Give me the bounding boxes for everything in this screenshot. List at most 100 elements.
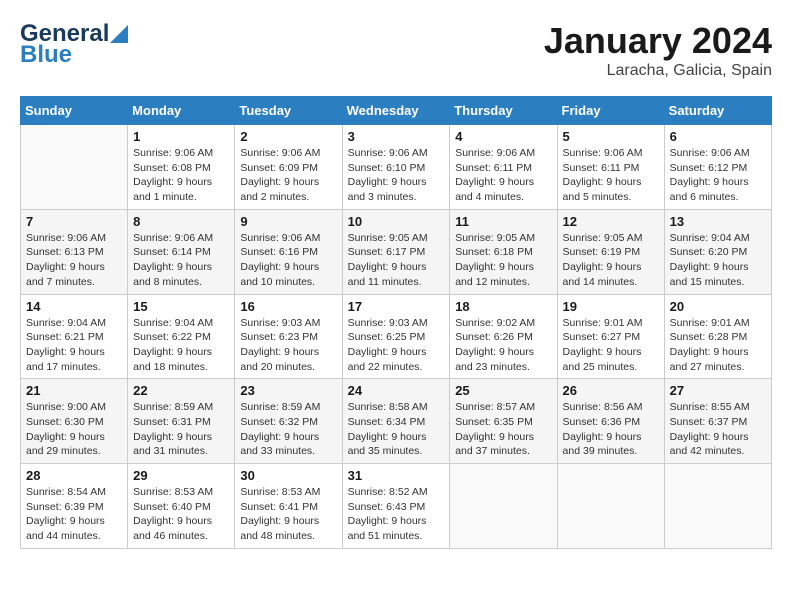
day-number: 18 xyxy=(455,299,551,314)
day-number: 27 xyxy=(670,383,766,398)
day-info: Sunrise: 9:03 AM Sunset: 6:23 PM Dayligh… xyxy=(240,316,336,375)
day-number: 12 xyxy=(563,214,659,229)
day-number: 4 xyxy=(455,129,551,144)
calendar-cell-w1-d3: 2Sunrise: 9:06 AM Sunset: 6:09 PM Daylig… xyxy=(235,125,342,210)
col-friday: Friday xyxy=(557,97,664,125)
page-header: General Blue January 2024 Laracha, Galic… xyxy=(20,20,772,80)
day-number: 5 xyxy=(563,129,659,144)
day-number: 31 xyxy=(348,468,445,483)
calendar-cell-w4-d1: 21Sunrise: 9:00 AM Sunset: 6:30 PM Dayli… xyxy=(21,379,128,464)
day-info: Sunrise: 8:57 AM Sunset: 6:35 PM Dayligh… xyxy=(455,400,551,459)
day-number: 1 xyxy=(133,129,229,144)
day-number: 15 xyxy=(133,299,229,314)
calendar-table: Sunday Monday Tuesday Wednesday Thursday… xyxy=(20,96,772,549)
day-info: Sunrise: 9:05 AM Sunset: 6:19 PM Dayligh… xyxy=(563,231,659,290)
day-number: 23 xyxy=(240,383,336,398)
calendar-week-2: 7 Sunrise: 9:06 AM Sunset: 6:13 PM Daylig… xyxy=(21,209,772,294)
day-number: 14 xyxy=(26,299,122,314)
col-monday: Monday xyxy=(128,97,235,125)
col-saturday: Saturday xyxy=(664,97,771,125)
calendar-cell-w4-d4: 24 Sunrise: 8:58 AM Sunset: 6:34 PM Dayli… xyxy=(342,379,450,464)
calendar-cell-w2-d2: 8 Sunrise: 9:06 AM Sunset: 6:14 PM Daylig… xyxy=(128,209,235,294)
day-info: Sunrise: 8:54 AM Sunset: 6:39 PM Dayligh… xyxy=(26,485,122,544)
day-info: Sunrise: 9:06 AM Sunset: 6:08 PM Dayligh… xyxy=(133,146,229,205)
day-info: Sunrise: 9:04 AM Sunset: 6:21 PM Dayligh… xyxy=(26,316,122,375)
day-info: Sunrise: 9:03 AM Sunset: 6:25 PM Dayligh… xyxy=(348,316,445,375)
calendar-cell-w3-d4: 17 Sunrise: 9:03 AM Sunset: 6:25 PM Dayli… xyxy=(342,294,450,379)
day-info: Sunrise: 8:58 AM Sunset: 6:34 PM Dayligh… xyxy=(348,400,445,459)
calendar-cell-w1-d2: 1 Sunrise: 9:06 AM Sunset: 6:08 PM Daylig… xyxy=(128,125,235,210)
calendar-cell-w1-d4: 3Sunrise: 9:06 AM Sunset: 6:10 PM Daylig… xyxy=(342,125,450,210)
calendar-week-5: 28 Sunrise: 8:54 AM Sunset: 6:39 PM Dayli… xyxy=(21,464,772,549)
day-info: Sunrise: 8:55 AM Sunset: 6:37 PM Dayligh… xyxy=(670,400,766,459)
day-info: Sunrise: 9:05 AM Sunset: 6:18 PM Dayligh… xyxy=(455,231,551,290)
day-info: Sunrise: 9:04 AM Sunset: 6:22 PM Dayligh… xyxy=(133,316,229,375)
calendar-cell-w4-d5: 25 Sunrise: 8:57 AM Sunset: 6:35 PM Dayli… xyxy=(450,379,557,464)
day-number: 10 xyxy=(348,214,445,229)
day-number: 11 xyxy=(455,214,551,229)
day-info: Sunrise: 9:05 AM Sunset: 6:17 PM Dayligh… xyxy=(348,231,445,290)
day-info: Sunrise: 9:06 AM Sunset: 6:11 PM Dayligh… xyxy=(455,146,551,205)
day-number: 29 xyxy=(133,468,229,483)
calendar-cell-w1-d6: 5Sunrise: 9:06 AM Sunset: 6:11 PM Daylig… xyxy=(557,125,664,210)
day-number: 3 xyxy=(348,129,445,144)
title-section: January 2024 Laracha, Galicia, Spain xyxy=(544,20,772,80)
calendar-cell-w5-d7 xyxy=(664,464,771,549)
calendar-cell-w5-d6 xyxy=(557,464,664,549)
calendar-cell-w2-d5: 11 Sunrise: 9:05 AM Sunset: 6:18 PM Dayli… xyxy=(450,209,557,294)
calendar-header-row: Sunday Monday Tuesday Wednesday Thursday… xyxy=(21,97,772,125)
day-number: 26 xyxy=(563,383,659,398)
calendar-cell-w4-d2: 22 Sunrise: 8:59 AM Sunset: 6:31 PM Dayli… xyxy=(128,379,235,464)
day-info: Sunrise: 8:59 AM Sunset: 6:31 PM Dayligh… xyxy=(133,400,229,459)
day-number: 13 xyxy=(670,214,766,229)
calendar-cell-w2-d1: 7 Sunrise: 9:06 AM Sunset: 6:13 PM Daylig… xyxy=(21,209,128,294)
col-sunday: Sunday xyxy=(21,97,128,125)
day-info: Sunrise: 9:01 AM Sunset: 6:27 PM Dayligh… xyxy=(563,316,659,375)
calendar-cell-w3-d1: 14 Sunrise: 9:04 AM Sunset: 6:21 PM Dayli… xyxy=(21,294,128,379)
day-info: Sunrise: 8:59 AM Sunset: 6:32 PM Dayligh… xyxy=(240,400,336,459)
day-number: 22 xyxy=(133,383,229,398)
day-info: Sunrise: 8:53 AM Sunset: 6:40 PM Dayligh… xyxy=(133,485,229,544)
calendar-cell-w5-d5 xyxy=(450,464,557,549)
calendar-cell-w3-d7: 20 Sunrise: 9:01 AM Sunset: 6:28 PM Dayli… xyxy=(664,294,771,379)
page-subtitle: Laracha, Galicia, Spain xyxy=(544,62,772,80)
calendar-week-1: 1 Sunrise: 9:06 AM Sunset: 6:08 PM Daylig… xyxy=(21,125,772,210)
day-info: Sunrise: 9:06 AM Sunset: 6:13 PM Dayligh… xyxy=(26,231,122,290)
day-number: 21 xyxy=(26,383,122,398)
col-thursday: Thursday xyxy=(450,97,557,125)
day-info: Sunrise: 9:04 AM Sunset: 6:20 PM Dayligh… xyxy=(670,231,766,290)
calendar-cell-w4-d3: 23 Sunrise: 8:59 AM Sunset: 6:32 PM Dayli… xyxy=(235,379,342,464)
calendar-cell-w5-d3: 30Sunrise: 8:53 AM Sunset: 6:41 PM Dayli… xyxy=(235,464,342,549)
day-info: Sunrise: 9:06 AM Sunset: 6:14 PM Dayligh… xyxy=(133,231,229,290)
day-number: 25 xyxy=(455,383,551,398)
day-number: 24 xyxy=(348,383,445,398)
col-wednesday: Wednesday xyxy=(342,97,450,125)
calendar-week-3: 14 Sunrise: 9:04 AM Sunset: 6:21 PM Dayli… xyxy=(21,294,772,379)
day-number: 16 xyxy=(240,299,336,314)
logo: General Blue xyxy=(20,20,129,66)
calendar-cell-w4-d7: 27 Sunrise: 8:55 AM Sunset: 6:37 PM Dayli… xyxy=(664,379,771,464)
calendar-cell-w4-d6: 26 Sunrise: 8:56 AM Sunset: 6:36 PM Dayli… xyxy=(557,379,664,464)
calendar-cell-w5-d4: 31 Sunrise: 8:52 AM Sunset: 6:43 PM Dayli… xyxy=(342,464,450,549)
calendar-cell-w3-d2: 15 Sunrise: 9:04 AM Sunset: 6:22 PM Dayli… xyxy=(128,294,235,379)
calendar-cell-w3-d5: 18Sunrise: 9:02 AM Sunset: 6:26 PM Dayli… xyxy=(450,294,557,379)
day-number: 19 xyxy=(563,299,659,314)
day-number: 17 xyxy=(348,299,445,314)
calendar-cell-w2-d6: 12 Sunrise: 9:05 AM Sunset: 6:19 PM Dayli… xyxy=(557,209,664,294)
day-number: 28 xyxy=(26,468,122,483)
calendar-cell-w5-d1: 28 Sunrise: 8:54 AM Sunset: 6:39 PM Dayli… xyxy=(21,464,128,549)
day-number: 8 xyxy=(133,214,229,229)
day-info: Sunrise: 8:56 AM Sunset: 6:36 PM Dayligh… xyxy=(563,400,659,459)
logo-blue: Blue xyxy=(20,44,72,66)
calendar-cell-w2-d4: 10 Sunrise: 9:05 AM Sunset: 6:17 PM Dayli… xyxy=(342,209,450,294)
day-info: Sunrise: 9:06 AM Sunset: 6:09 PM Dayligh… xyxy=(240,146,336,205)
day-number: 7 xyxy=(26,214,122,229)
calendar-cell-w2-d7: 13 Sunrise: 9:04 AM Sunset: 6:20 PM Dayli… xyxy=(664,209,771,294)
day-info: Sunrise: 9:01 AM Sunset: 6:28 PM Dayligh… xyxy=(670,316,766,375)
calendar-cell-w1-d1 xyxy=(21,125,128,210)
day-number: 20 xyxy=(670,299,766,314)
day-info: Sunrise: 8:52 AM Sunset: 6:43 PM Dayligh… xyxy=(348,485,445,544)
col-tuesday: Tuesday xyxy=(235,97,342,125)
day-number: 9 xyxy=(240,214,336,229)
day-info: Sunrise: 8:53 AM Sunset: 6:41 PM Dayligh… xyxy=(240,485,336,544)
